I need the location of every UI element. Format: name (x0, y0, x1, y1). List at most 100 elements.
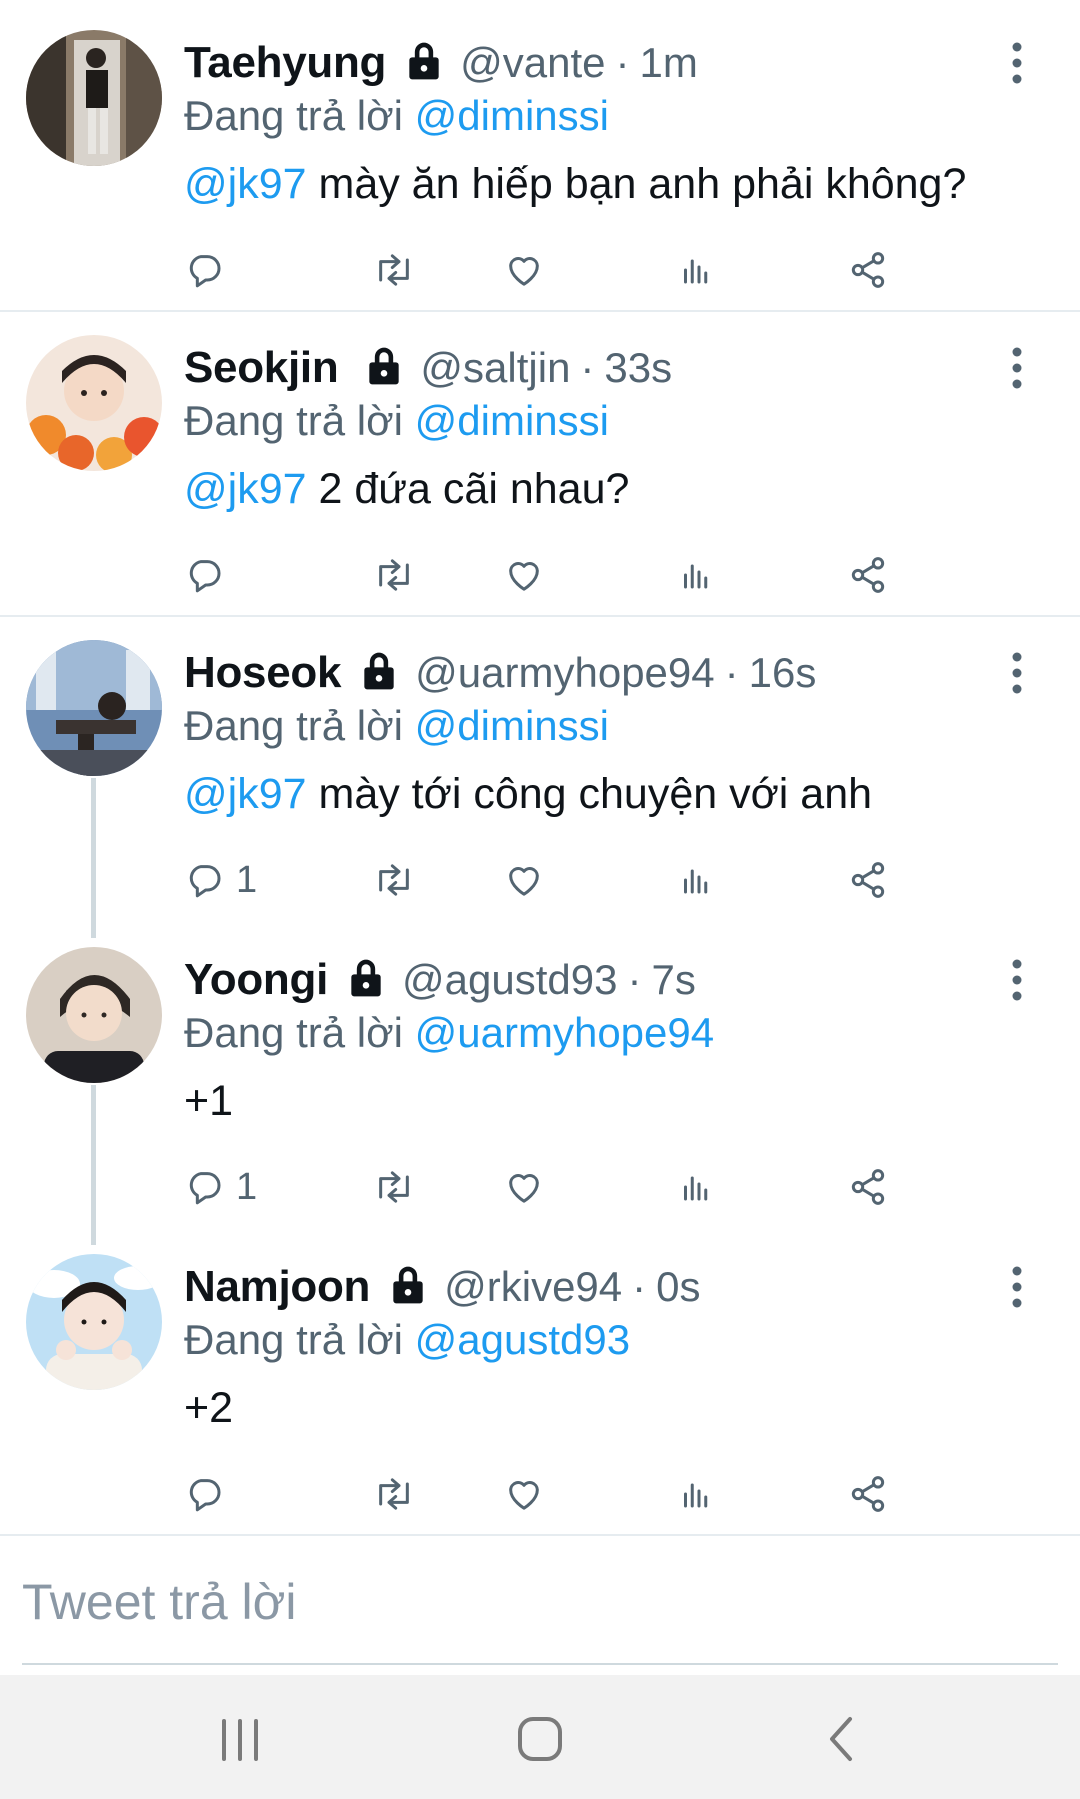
replying-to: Đang trả lời @diminssi (184, 702, 609, 750)
tweet-time[interactable]: 7s (651, 956, 695, 1004)
reply-button[interactable] (184, 1464, 236, 1524)
like-button[interactable] (504, 240, 544, 300)
like-button[interactable] (504, 1464, 544, 1524)
replying-to-mention[interactable]: @agustd93 (415, 1316, 630, 1363)
recents-icon[interactable] (210, 1709, 270, 1769)
reply-count: 1 (236, 858, 258, 901)
retweet-button[interactable] (372, 1157, 416, 1217)
tweet-actions: 1 (184, 1157, 1024, 1217)
avatar[interactable] (26, 335, 162, 471)
mention-link[interactable]: @jk97 (184, 160, 307, 208)
reply-compose-input[interactable]: Tweet trả lời (22, 1555, 1058, 1665)
tweet-body: +1 (184, 1077, 234, 1125)
more-vertical-icon[interactable] (1002, 648, 1032, 698)
lock-icon (386, 1263, 430, 1312)
more-vertical-icon[interactable] (1002, 343, 1032, 393)
avatar[interactable] (26, 30, 162, 166)
more-vertical-icon[interactable] (1002, 1262, 1032, 1312)
like-button[interactable] (504, 545, 544, 605)
tweet-actions (184, 1464, 1024, 1524)
replying-prefix: Đang trả lời (184, 92, 415, 139)
heart-icon (509, 562, 539, 591)
tweet-time[interactable]: 33s (604, 344, 672, 392)
analytics-button[interactable] (678, 850, 714, 910)
lock-icon (344, 956, 388, 1005)
tweet-time[interactable]: 1m (640, 39, 698, 87)
heart-icon (509, 257, 539, 286)
share-button[interactable] (848, 240, 888, 300)
tweet-time[interactable]: 0s (656, 1263, 700, 1311)
analytics-button[interactable] (678, 1464, 714, 1524)
home-icon[interactable] (510, 1709, 570, 1769)
replying-to: Đang trả lời @diminssi (184, 92, 609, 140)
tweet-time[interactable]: 16s (749, 649, 817, 697)
replying-prefix: Đang trả lời (184, 702, 415, 749)
share-button[interactable] (848, 850, 888, 910)
analytics-button[interactable] (678, 545, 714, 605)
system-navigation-bar (0, 1675, 1080, 1799)
author-name[interactable]: Taehyung (184, 38, 386, 88)
reply-button[interactable] (184, 240, 236, 300)
separator-dot: · (724, 649, 739, 696)
avatar[interactable] (26, 1254, 162, 1390)
lock-icon (357, 649, 401, 698)
like-button[interactable] (504, 1157, 544, 1217)
tweet[interactable]: Hoseok @uarmyhope94 · 16s Đang trả lời @… (0, 610, 1080, 920)
author-name[interactable]: Hoseok (184, 648, 341, 698)
avatar[interactable] (26, 640, 162, 776)
mention-link[interactable]: @jk97 (184, 770, 307, 818)
replying-to-mention[interactable]: @diminssi (415, 702, 609, 749)
author-handle[interactable]: @agustd93 (402, 956, 617, 1004)
retweet-button[interactable] (372, 1464, 416, 1524)
share-icon (851, 862, 885, 898)
author-handle[interactable]: @vante (460, 39, 605, 87)
author-name[interactable]: Seokjin (184, 343, 339, 393)
tweet-body: mày ăn hiếp bạn anh phải không? (306, 160, 967, 208)
tweet[interactable]: Namjoon @rkive94 · 0s Đang trả lời @agus… (0, 1224, 1080, 1534)
author-handle[interactable]: @saltjin (420, 344, 570, 392)
analytics-button[interactable] (678, 1157, 714, 1217)
replying-prefix: Đang trả lời (184, 397, 415, 444)
lock-icon (402, 39, 446, 88)
tweet[interactable]: Yoongi @agustd93 · 7s Đang trả lời @uarm… (0, 917, 1080, 1227)
share-button[interactable] (848, 1464, 888, 1524)
replying-to: Đang trả lời @agustd93 (184, 1316, 630, 1364)
retweet-icon (379, 559, 409, 591)
tweet[interactable]: Taehyung @vante · 1m Đang trả lời @dimin… (0, 0, 1080, 310)
more-vertical-icon[interactable] (1002, 955, 1032, 1005)
reply-button[interactable]: 1 (184, 850, 257, 910)
replying-to-mention[interactable]: @uarmyhope94 (415, 1009, 714, 1056)
author-handle[interactable]: @rkive94 (444, 1263, 622, 1311)
tweet-actions (184, 545, 1024, 605)
tweet[interactable]: Seokjin @saltjin · 33s Đang trả lời @dim… (0, 305, 1080, 615)
share-button[interactable] (848, 545, 888, 605)
replying-prefix: Đang trả lời (184, 1009, 415, 1056)
replying-to: Đang trả lời @uarmyhope94 (184, 1009, 714, 1057)
mention-link[interactable]: @jk97 (184, 465, 307, 513)
retweet-button[interactable] (372, 850, 416, 910)
tweet-text: @jk97 mày tới công chuyện với anh (184, 770, 872, 819)
reply-icon (189, 865, 221, 898)
more-vertical-icon[interactable] (1002, 38, 1032, 88)
retweet-button[interactable] (372, 240, 416, 300)
heart-icon (509, 1174, 539, 1203)
replying-to-mention[interactable]: @diminssi (415, 92, 609, 139)
back-icon[interactable] (812, 1709, 872, 1769)
author-name[interactable]: Namjoon (184, 1262, 370, 1312)
tweet-text: +1 (184, 1077, 233, 1126)
share-button[interactable] (848, 1157, 888, 1217)
tweet-body: 2 đứa cãi nhau? (306, 465, 630, 513)
author-handle[interactable]: @uarmyhope94 (415, 649, 714, 697)
tweet-actions: 1 (184, 850, 1024, 910)
reply-button[interactable]: 1 (184, 1157, 257, 1217)
analytics-button[interactable] (678, 240, 714, 300)
replying-to-mention[interactable]: @diminssi (415, 397, 609, 444)
reply-button[interactable] (184, 545, 236, 605)
retweet-button[interactable] (372, 545, 416, 605)
replying-to: Đang trả lời @diminssi (184, 397, 609, 445)
author-name[interactable]: Yoongi (184, 955, 328, 1005)
analytics-icon (684, 259, 708, 284)
avatar[interactable] (26, 947, 162, 1083)
separator-dot: · (627, 956, 642, 1003)
like-button[interactable] (504, 850, 544, 910)
